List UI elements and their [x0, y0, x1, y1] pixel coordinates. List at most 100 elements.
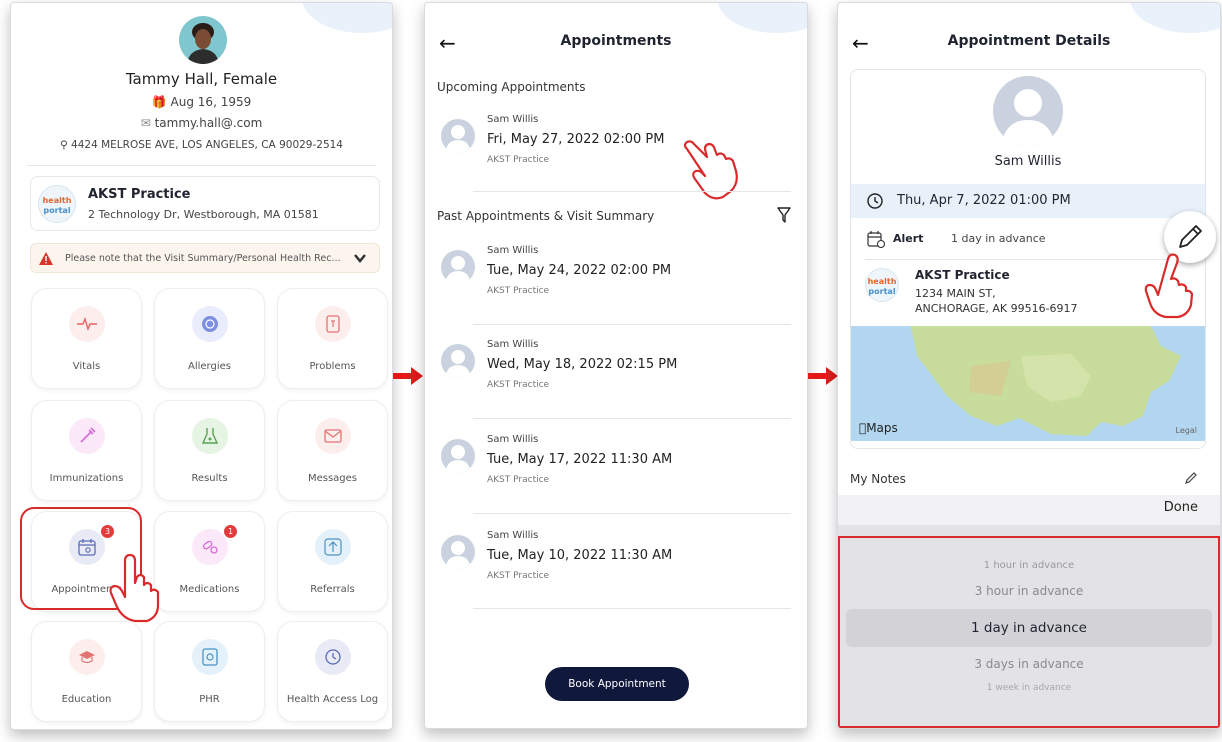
divider: [27, 165, 376, 166]
appointments-screen: ← Appointments Upcoming Appointments Sam…: [424, 2, 808, 729]
highlight-box: [838, 536, 1220, 728]
maps-brand-text: Maps: [859, 421, 898, 435]
tile-label: Immunizations: [49, 473, 124, 484]
appointment-item[interactable]: Sam Willis Wed, May 18, 2022 02:15 PM AK…: [437, 336, 797, 426]
tile-label: Health Access Log: [286, 694, 379, 705]
appointment-datetime: Tue, May 17, 2022 11:30 AM: [487, 452, 673, 467]
patient-avatar[interactable]: [179, 16, 227, 64]
picker-toolbar: [838, 495, 1220, 525]
patient-dob: Aug 16, 1959: [170, 95, 252, 109]
book-appointment-button[interactable]: Book Appointment: [545, 667, 689, 701]
practice-address: 2 Technology Dr, Westborough, MA 01581: [88, 208, 319, 221]
tile-label: Education: [61, 694, 112, 705]
email-row: ✉ tammy.hall@.com: [11, 116, 392, 130]
tile-label: Referrals: [310, 584, 355, 595]
maps-legal-link[interactable]: Legal: [1176, 426, 1197, 435]
alert-label: Alert: [893, 232, 924, 245]
maps-brand: Maps: [859, 421, 898, 435]
flow-arrow-icon: [808, 367, 838, 385]
dob-row: 🎁 Aug 16, 1959: [11, 95, 392, 109]
appointment-item[interactable]: Sam Willis Tue, May 10, 2022 11:30 AM AK…: [437, 527, 797, 617]
mail-icon: ✉: [140, 116, 151, 130]
patient-email: tammy.hall@.com: [154, 116, 263, 130]
allergies-icon: [192, 306, 228, 342]
user-avatar-icon: [441, 344, 475, 378]
user-avatar-icon: [993, 76, 1063, 146]
logo-text-top: health: [867, 277, 897, 286]
datetime-row: Thu, Apr 7, 2022 01:00 PM: [851, 184, 1205, 218]
medications-badge: 1: [224, 525, 237, 538]
tile-vitals[interactable]: Vitals: [31, 288, 142, 389]
practice-name: AKST Practice: [487, 155, 550, 165]
chevron-down-icon[interactable]: [353, 251, 367, 265]
decor-blob: [717, 3, 807, 33]
tile-label: Results: [191, 473, 228, 484]
appointment-item[interactable]: Sam Willis Tue, May 17, 2022 11:30 AM AK…: [437, 431, 797, 521]
doctor-name: Sam Willis: [487, 339, 539, 350]
pointing-hand-icon: [1144, 253, 1194, 319]
phr-icon: [192, 639, 228, 675]
practice-name: AKST Practice: [487, 286, 550, 296]
past-header: Past Appointments & Visit Summary: [437, 209, 655, 223]
decor-blob: [1130, 3, 1220, 33]
practice-name: AKST Practice: [487, 475, 550, 485]
user-avatar-icon: [441, 250, 475, 284]
warning-icon: [39, 252, 53, 265]
practice-address-line2: ANCHORAGE, AK 99516-6917: [915, 302, 1078, 315]
done-button[interactable]: Done: [1164, 500, 1198, 515]
map-landmass: [911, 326, 1181, 436]
appointment-datetime: Tue, May 24, 2022 02:00 PM: [487, 263, 672, 278]
appointment-datetime: Wed, May 18, 2022 02:15 PM: [487, 357, 678, 372]
alert-value: 1 day in advance: [951, 232, 1046, 245]
logo-text-bottom: portal: [868, 287, 896, 296]
tile-problems[interactable]: Problems: [277, 288, 388, 389]
tile-education[interactable]: Education: [31, 621, 142, 722]
user-avatar-icon: [441, 119, 475, 153]
appointment-datetime: Thu, Apr 7, 2022 01:00 PM: [897, 193, 1071, 208]
tile-label: Problems: [309, 361, 356, 372]
pencil-icon: [1179, 225, 1202, 248]
tile-label: PHR: [199, 694, 220, 705]
pills-icon: [192, 529, 228, 565]
page-title: Appointments: [560, 33, 672, 49]
patient-address: 4424 MELROSE AVE, LOS ANGELES, CA 90029-…: [71, 139, 343, 151]
logo-text-bottom: portal: [43, 206, 71, 215]
tile-medications[interactable]: 1 Medications: [154, 511, 265, 612]
my-notes-label: My Notes: [850, 472, 906, 486]
practice-card[interactable]: health portal AKST Practice 2 Technology…: [30, 176, 380, 231]
user-avatar-icon: [441, 439, 475, 473]
location-pin-icon: ⚲: [60, 139, 68, 151]
page-title: Appointment Details: [947, 33, 1111, 49]
doctor-name: Sam Willis: [487, 245, 539, 256]
doctor-name: Sam Willis: [994, 154, 1062, 169]
health-portal-logo: health portal: [38, 185, 76, 223]
appointment-item[interactable]: Sam Willis Tue, May 24, 2022 02:00 PM AK…: [437, 242, 797, 332]
divider: [473, 608, 791, 609]
appointment-details-screen: ← Appointment Details Sam Willis Thu, Ap…: [837, 2, 1221, 729]
notice-banner[interactable]: Please note that the Visit Summary/Perso…: [30, 243, 380, 273]
tile-messages[interactable]: Messages: [277, 400, 388, 501]
tile-referrals[interactable]: Referrals: [277, 511, 388, 612]
tile-health-access-log[interactable]: Health Access Log: [277, 621, 388, 722]
practice-name: AKST Practice: [88, 187, 191, 202]
filter-icon[interactable]: [777, 207, 791, 223]
tile-results[interactable]: Results: [154, 400, 265, 501]
map-view[interactable]: Maps Legal: [851, 326, 1205, 441]
referrals-icon: [315, 529, 351, 565]
pencil-icon[interactable]: [1184, 471, 1198, 485]
tile-phr[interactable]: PHR: [154, 621, 265, 722]
access-log-icon: [315, 639, 351, 675]
logo-text-top: health: [42, 196, 72, 205]
divider: [473, 513, 791, 514]
upcoming-header: Upcoming Appointments: [437, 80, 586, 94]
patient-name: Tammy Hall, Female: [125, 70, 278, 88]
tile-allergies[interactable]: Allergies: [154, 288, 265, 389]
tile-immunizations[interactable]: Immunizations: [31, 400, 142, 501]
clock-icon: [867, 193, 883, 209]
education-icon: [69, 639, 105, 675]
address-row: ⚲ 4424 MELROSE AVE, LOS ANGELES, CA 9002…: [11, 139, 392, 151]
appointment-item[interactable]: Sam Willis Fri, May 27, 2022 02:00 PM AK…: [437, 111, 797, 201]
practice-name: AKST Practice: [487, 380, 550, 390]
pointing-hand-icon: [109, 553, 160, 623]
tile-label: Vitals: [72, 361, 101, 372]
